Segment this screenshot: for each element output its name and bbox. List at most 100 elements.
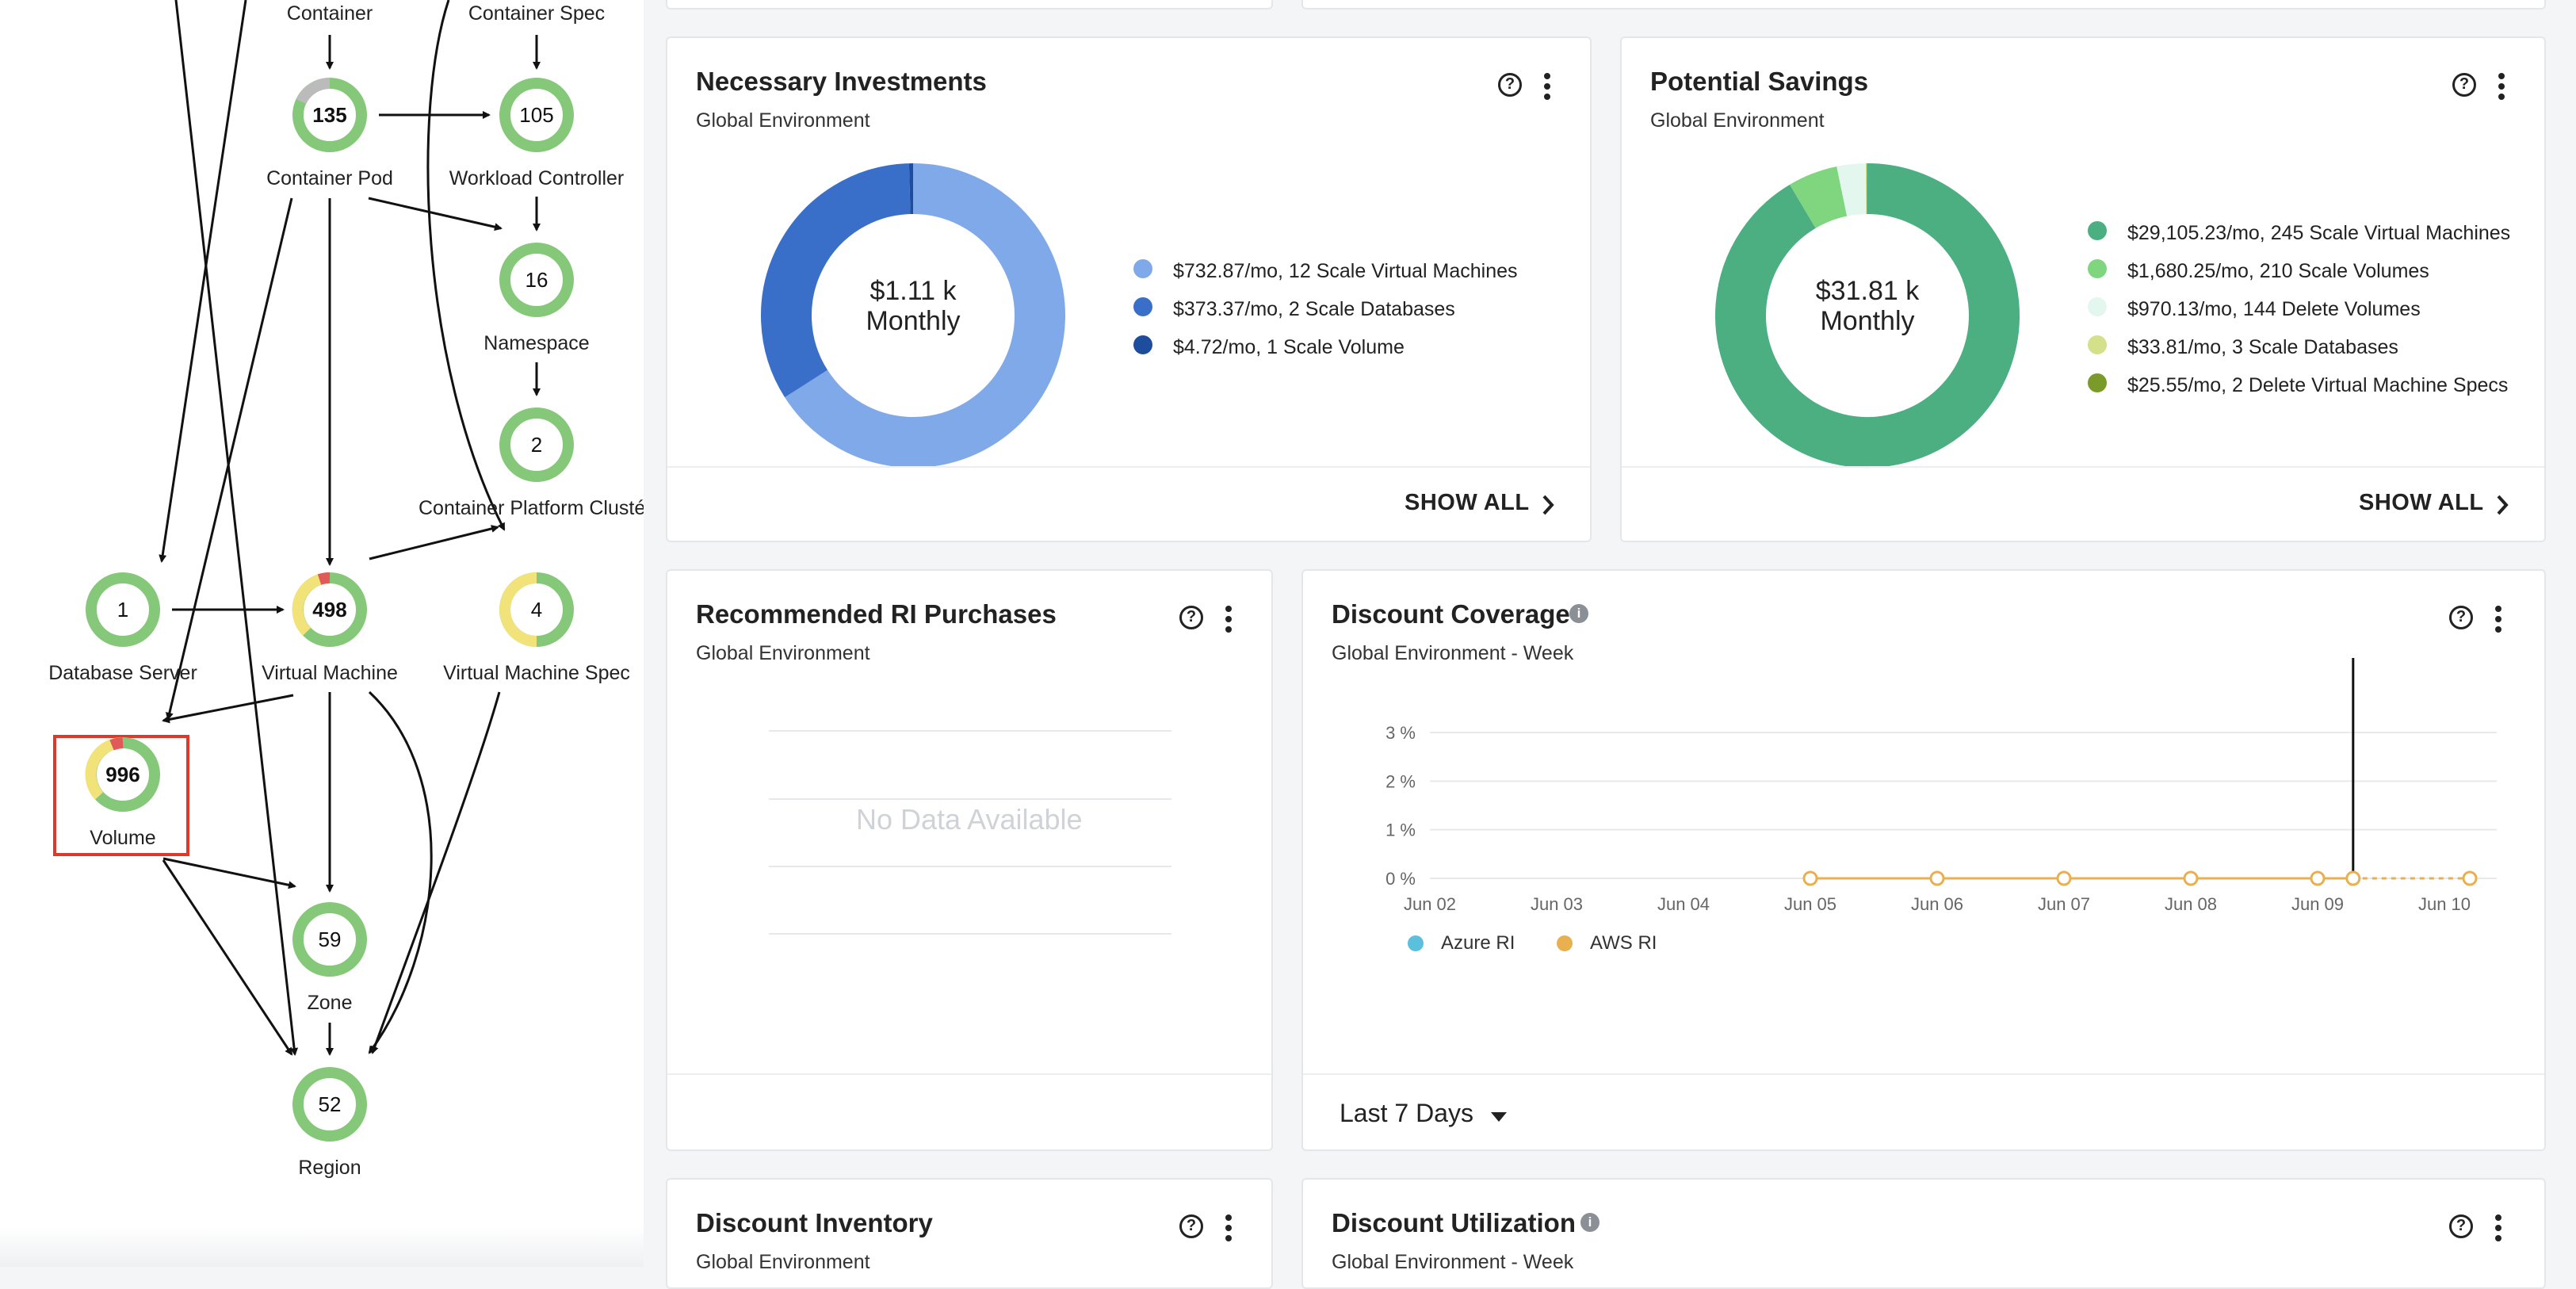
y-tick-label: 1 % xyxy=(1385,820,1416,840)
y-tick-label: 0 % xyxy=(1385,869,1416,889)
legend-dot xyxy=(1133,259,1152,278)
legend-dot xyxy=(2088,335,2107,354)
potential-savings-card: Potential Savings Global Environment ? $… xyxy=(1620,36,2546,542)
legend-label[interactable]: AWS RI xyxy=(1590,932,1657,954)
donut-slice[interactable] xyxy=(1842,189,1866,191)
node-count: 996 xyxy=(105,763,140,786)
legend-item: $29,105.23/mo, 245 Scale Virtual Machine… xyxy=(2127,222,2510,245)
topology-node-container-platform-cluster[interactable]: 2 Container Platform Clusté xyxy=(419,413,644,519)
help-icon[interactable]: ? xyxy=(1498,73,1522,97)
topology-node-container-pod[interactable]: 135 Container Pod xyxy=(266,83,393,189)
node-label: Container Pod xyxy=(266,167,393,189)
help-icon[interactable]: ? xyxy=(2452,73,2476,97)
more-options-icon[interactable] xyxy=(2494,1214,2503,1246)
x-tick-label: Jun 06 xyxy=(1911,894,1963,914)
edge-vm-cluster xyxy=(369,527,498,559)
card-title: Discount Inventory xyxy=(696,1208,933,1238)
help-icon[interactable]: ? xyxy=(1179,1214,1203,1238)
supply-chain-topology: 135 Container Pod 105 Workload Controlle… xyxy=(0,0,644,1267)
card-subtitle: Global Environment xyxy=(696,1251,870,1274)
data-point[interactable] xyxy=(2184,872,2197,885)
edge-top-db xyxy=(162,0,246,561)
more-options-icon[interactable] xyxy=(2497,73,2506,105)
x-tick-label: Jun 02 xyxy=(1404,894,1456,914)
help-icon[interactable]: ? xyxy=(2449,606,2473,629)
node-count: 1 xyxy=(117,598,128,622)
node-count: 2 xyxy=(531,433,542,457)
discount-inventory-card: Discount Inventory Global Environment ? xyxy=(666,1178,1273,1289)
more-options-icon[interactable] xyxy=(1224,1214,1233,1246)
card-title: Recommended RI Purchases xyxy=(696,599,1057,629)
topology-node-namespace[interactable]: 16 Namespace xyxy=(483,248,589,354)
no-data-message: No Data Available xyxy=(856,803,1083,836)
more-options-icon[interactable] xyxy=(1224,606,1233,637)
topology-graph: 135 Container Pod 105 Workload Controlle… xyxy=(0,0,644,1267)
edge-vmspec-region xyxy=(373,692,499,1053)
more-options-icon[interactable] xyxy=(2494,606,2503,637)
card-title: Discount Utilization xyxy=(1332,1208,1576,1238)
data-point[interactable] xyxy=(2347,872,2360,885)
topology-node-virtual-machine[interactable]: 498 Virtual Machine xyxy=(262,578,398,684)
donut-slice[interactable] xyxy=(1802,191,1841,206)
data-point[interactable] xyxy=(2463,872,2476,885)
x-tick-label: Jun 04 xyxy=(1657,894,1710,914)
help-icon[interactable]: ? xyxy=(1179,606,1203,629)
card-subtitle: Global Environment xyxy=(1650,109,1825,132)
legend-dot xyxy=(2088,221,2107,240)
topology-node-zone[interactable]: 59 Zone xyxy=(298,908,361,1014)
discount-coverage-chart: 0 %1 %2 %3 %Jun 02Jun 03Jun 04Jun 05Jun … xyxy=(1303,658,2546,991)
data-point[interactable] xyxy=(1931,872,1943,885)
topology-node-region[interactable]: 52 Region xyxy=(298,1073,361,1179)
node-label: Workload Controller xyxy=(449,167,624,189)
edge-vm-region xyxy=(369,692,431,1053)
edge-cluster-vmspec xyxy=(428,0,504,530)
edge-vm-volume xyxy=(163,695,293,721)
donut-center-text: $1.11 k Monthly xyxy=(794,276,1032,336)
placeholder-line xyxy=(769,933,1171,935)
data-point[interactable] xyxy=(1804,872,1817,885)
info-icon[interactable]: i xyxy=(1580,1213,1599,1232)
discount-coverage-card: Discount Coverage i Global Environment -… xyxy=(1301,569,2546,1151)
node-label: Virtual Machine xyxy=(262,662,398,684)
topology-node-virtual-machine-spec[interactable]: 4 Virtual Machine Spec xyxy=(443,578,630,684)
card-top-left-partial xyxy=(666,0,1273,10)
edge-volume-region xyxy=(163,860,292,1054)
x-tick-label: Jun 05 xyxy=(1784,894,1836,914)
help-icon[interactable]: ? xyxy=(2449,1214,2473,1238)
card-footer-divider xyxy=(667,466,1590,468)
card-subtitle: Global Environment xyxy=(696,109,870,132)
data-point[interactable] xyxy=(2311,872,2324,885)
more-options-icon[interactable] xyxy=(1542,73,1552,105)
node-label: Container Platform Clusté xyxy=(419,497,644,519)
x-tick-label: Jun 08 xyxy=(2165,894,2217,914)
card-title: Necessary Investments xyxy=(696,67,987,97)
chevron-right-icon xyxy=(1539,493,1557,517)
node-count: 4 xyxy=(531,598,542,622)
topology-node-database-server[interactable]: 1 Database Server xyxy=(48,578,197,684)
chevron-right-icon xyxy=(2494,493,2511,517)
legend-item: $970.13/mo, 144 Delete Volumes xyxy=(2127,298,2421,321)
topology-node-volume[interactable]: 996 Volume xyxy=(55,736,188,855)
topology-node-container-label[interactable]: Container xyxy=(287,2,373,25)
legend-label[interactable]: Azure RI xyxy=(1441,932,1515,954)
caret-down-icon xyxy=(1490,1111,1508,1123)
topology-node-container-spec-label[interactable]: Container Spec xyxy=(468,2,605,25)
placeholder-line xyxy=(769,866,1171,867)
topology-edges xyxy=(162,0,537,1054)
info-icon[interactable]: i xyxy=(1569,604,1588,623)
x-tick-label: Jun 07 xyxy=(2038,894,2090,914)
topology-node-workload-controller[interactable]: 105 Workload Controller xyxy=(449,83,624,189)
legend-item: $25.55/mo, 2 Delete Virtual Machine Spec… xyxy=(2127,374,2508,397)
legend-dot xyxy=(2088,259,2107,278)
y-tick-label: 2 % xyxy=(1385,771,1416,791)
card-footer-divider xyxy=(667,1073,1271,1075)
donut-center-text: $31.81 k Monthly xyxy=(1749,276,1986,336)
node-count: 59 xyxy=(319,928,342,951)
show-all-label: SHOW ALL xyxy=(1405,490,1530,516)
card-subtitle: Global Environment xyxy=(696,642,870,665)
data-point[interactable] xyxy=(2058,872,2070,885)
scroll-fade xyxy=(0,1227,644,1267)
node-label: Database Server xyxy=(48,662,197,684)
x-tick-label: Jun 03 xyxy=(1531,894,1583,914)
legend-dot xyxy=(2088,297,2107,316)
